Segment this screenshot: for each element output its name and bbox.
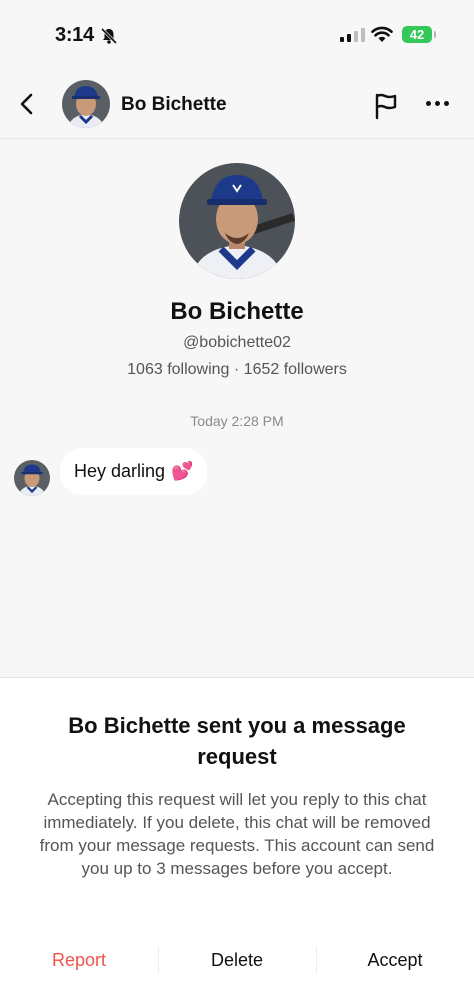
wifi-icon	[371, 26, 393, 42]
flag-icon[interactable]	[372, 92, 400, 120]
message-sender-avatar[interactable]	[14, 460, 50, 496]
battery-icon: 42	[402, 26, 436, 43]
status-bar: 3:14 42	[0, 0, 474, 70]
message-request-sheet: Bo Bichette sent you a message request A…	[0, 677, 474, 1001]
profile-name: Bo Bichette	[170, 298, 304, 325]
more-icon[interactable]	[426, 101, 449, 106]
header-name[interactable]: Bo Bichette	[121, 94, 227, 116]
message-bubble[interactable]: Hey darling 💕	[60, 448, 208, 495]
cellular-signal-icon	[340, 28, 365, 42]
header-avatar[interactable]	[62, 80, 110, 128]
status-time: 3:14	[55, 24, 94, 46]
profile-handle: @bobichette02	[183, 334, 291, 351]
bell-muted-icon	[100, 27, 118, 45]
profile-stats: 1063 following · 1652 followers	[127, 361, 347, 378]
back-chevron-icon[interactable]	[16, 92, 40, 116]
accept-button[interactable]: Accept	[316, 938, 474, 982]
chat-header: Bo Bichette	[0, 70, 474, 139]
profile-avatar[interactable]	[179, 163, 295, 279]
two-hearts-emoji: 💕	[171, 461, 194, 481]
battery-level: 42	[409, 27, 425, 42]
delete-button[interactable]: Delete	[158, 938, 316, 982]
message-text: Hey darling	[74, 461, 166, 481]
report-button[interactable]: Report	[0, 938, 158, 982]
request-body: Accepting this request will let you repl…	[39, 790, 435, 878]
request-title: Bo Bichette sent you a message request	[68, 713, 406, 769]
message-timestamp: Today 2:28 PM	[190, 413, 284, 429]
request-actions: Report Delete Accept	[0, 938, 474, 982]
